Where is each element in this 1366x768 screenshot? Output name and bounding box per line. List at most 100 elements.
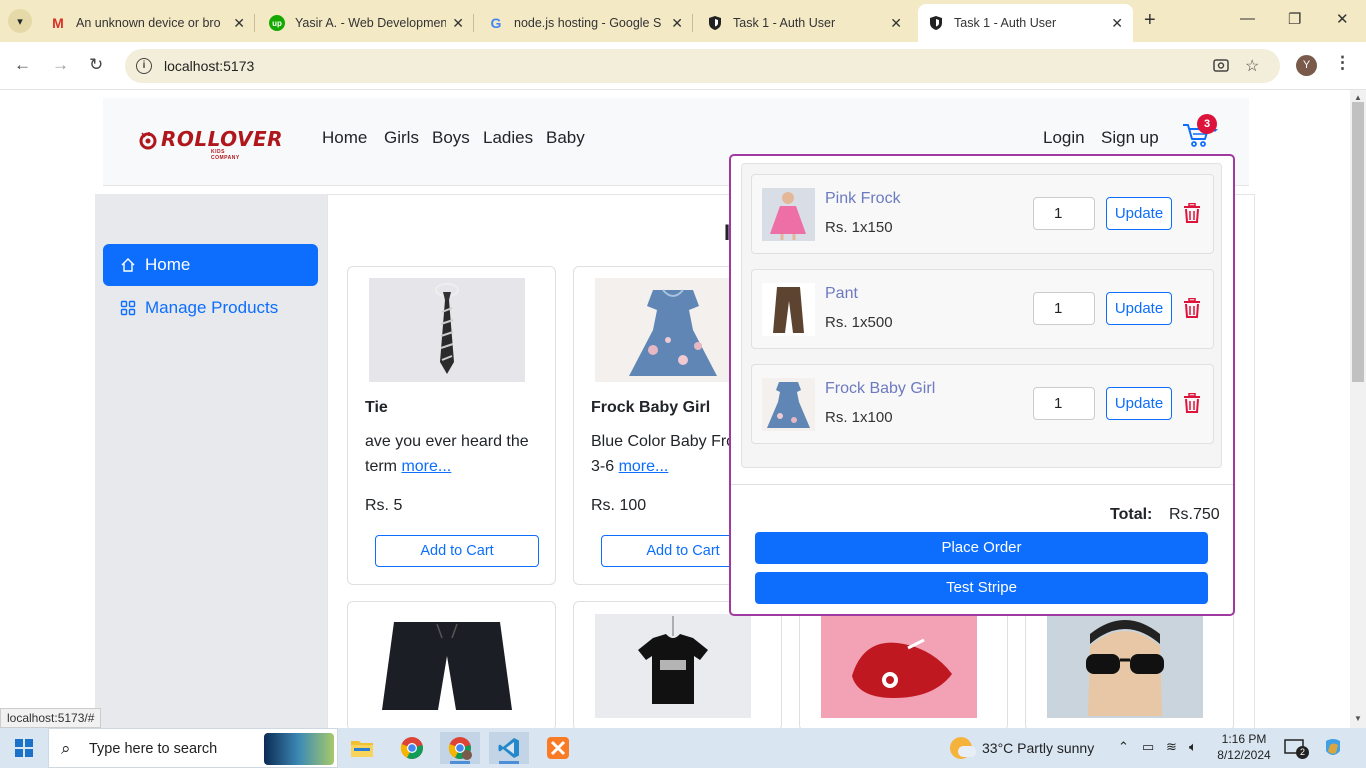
url-field[interactable]: i localhost:5173 ☆ <box>125 49 1280 83</box>
grid-icon <box>119 299 137 317</box>
battery-icon[interactable]: ▭ <box>1142 739 1154 755</box>
cart-item: Pink Frock Rs. 1x150 1 Update <box>751 174 1214 254</box>
more-link[interactable]: more... <box>401 458 451 475</box>
weather-widget[interactable]: 33°C Partly sunny <box>950 736 1100 760</box>
product-image-shorts[interactable] <box>369 614 525 718</box>
more-link[interactable]: more... <box>619 458 669 475</box>
product-image-tshirt[interactable] <box>595 614 751 718</box>
vscode-icon[interactable] <box>489 732 529 764</box>
browser-tab-bar: ▾ M An unknown device or bro ✕ up Yasir … <box>0 0 1366 42</box>
browser-menu-icon[interactable]: ⋮ <box>1334 53 1351 73</box>
scroll-down-arrow-icon[interactable]: ▼ <box>1354 714 1362 723</box>
system-clock[interactable]: 1:16 PM 8/12/2024 <box>1216 731 1272 763</box>
cart-item-name[interactable]: Pink Frock <box>825 190 901 208</box>
update-button[interactable]: Update <box>1106 197 1172 230</box>
chrome-icon[interactable] <box>392 732 432 764</box>
clock-date: 8/12/2024 <box>1217 748 1271 762</box>
browser-tab-upwork[interactable]: up Yasir A. - Web Developmen ✕ <box>259 4 474 42</box>
back-button[interactable]: ← <box>14 55 31 75</box>
place-order-button[interactable]: Place Order <box>755 532 1208 564</box>
tab-title: An unknown device or bro <box>76 16 221 30</box>
status-bar-url: localhost:5173/# <box>0 708 102 728</box>
test-stripe-button[interactable]: Test Stripe <box>755 572 1208 604</box>
reload-button[interactable]: ↻ <box>89 55 103 75</box>
login-link[interactable]: Login <box>1043 128 1085 148</box>
site-info-icon[interactable]: i <box>136 58 152 74</box>
chevron-up-icon[interactable]: ⌃ <box>1118 739 1129 755</box>
add-to-cart-button[interactable]: Add to Cart <box>375 535 539 567</box>
trash-icon[interactable] <box>1183 297 1201 318</box>
sidebar-item-manage-products[interactable]: Manage Products <box>103 287 318 329</box>
trash-icon[interactable] <box>1183 392 1201 413</box>
wifi-icon[interactable]: ≋ <box>1166 739 1177 755</box>
bookmark-star-icon[interactable]: ☆ <box>1245 56 1259 76</box>
gmail-icon: M <box>52 15 64 31</box>
page-scrollbar[interactable]: ▲ ▼ <box>1350 90 1366 728</box>
product-image-shoes[interactable] <box>821 614 977 718</box>
product-image-sunglasses[interactable] <box>1047 614 1203 718</box>
product-card <box>573 601 782 728</box>
product-card: Tie ave you ever heard the term more... … <box>347 266 556 585</box>
volume-icon[interactable]: 🔈︎ <box>1189 739 1197 755</box>
update-button[interactable]: Update <box>1106 292 1172 325</box>
trash-icon[interactable] <box>1183 202 1201 223</box>
product-description: ave you ever heard the term more... <box>365 429 545 479</box>
screenshot-icon[interactable] <box>1212 56 1230 79</box>
browser-tab-task1-active[interactable]: Task 1 - Auth User ✕ <box>918 4 1133 42</box>
close-tab-icon[interactable]: ✕ <box>890 15 902 32</box>
browser-tab-task1[interactable]: Task 1 - Auth User ✕ <box>697 4 912 42</box>
profile-avatar[interactable]: Y <box>1296 55 1317 76</box>
sidebar-item-label: Home <box>145 255 191 274</box>
xampp-icon[interactable] <box>538 732 578 764</box>
cart-item-name[interactable]: Pant <box>825 285 858 303</box>
tab-title: node.js hosting - Google S <box>514 16 662 30</box>
divider <box>731 484 1233 485</box>
restore-button[interactable]: ❐ <box>1288 10 1301 28</box>
sidebar-item-home[interactable]: Home <box>103 244 318 286</box>
forward-button[interactable]: → <box>52 55 69 75</box>
copilot-icon[interactable] <box>1322 737 1344 759</box>
quantity-input[interactable]: 1 <box>1033 197 1095 230</box>
google-icon: G <box>490 15 502 31</box>
close-tab-icon[interactable]: ✕ <box>1111 15 1123 32</box>
tab-search-button[interactable]: ▾ <box>8 9 32 33</box>
search-placeholder: Type here to search <box>89 741 218 757</box>
chrome-profile-icon[interactable] <box>440 732 480 764</box>
close-tab-icon[interactable]: ✕ <box>452 15 464 32</box>
notification-icon[interactable]: 2 <box>1284 738 1309 759</box>
taskbar-search-box[interactable]: ⌕ Type here to search <box>48 728 338 768</box>
browser-tab-gmail[interactable]: M An unknown device or bro ✕ <box>40 4 255 42</box>
signup-link[interactable]: Sign up <box>1101 128 1159 148</box>
update-button[interactable]: Update <box>1106 387 1172 420</box>
close-tab-icon[interactable]: ✕ <box>233 15 245 32</box>
cart-item-name[interactable]: Frock Baby Girl <box>825 380 935 398</box>
product-image-tie[interactable] <box>369 278 525 382</box>
browser-tab-google[interactable]: G node.js hosting - Google S ✕ <box>478 4 693 42</box>
clock-time: 1:16 PM <box>1221 732 1267 746</box>
nav-boys[interactable]: Boys <box>432 128 470 148</box>
nav-home[interactable]: Home <box>322 128 367 148</box>
nav-ladies[interactable]: Ladies <box>483 128 533 148</box>
weather-text: 33°C Partly sunny <box>982 740 1095 756</box>
search-highlight-image <box>264 733 334 765</box>
close-window-button[interactable]: ✕ <box>1336 10 1349 28</box>
close-tab-icon[interactable]: ✕ <box>671 15 683 32</box>
quantity-input[interactable]: 1 <box>1033 387 1095 420</box>
cart-item-image <box>762 378 815 431</box>
product-image-frock-baby-girl[interactable] <box>595 278 751 382</box>
quantity-input[interactable]: 1 <box>1033 292 1095 325</box>
product-price: Rs. 100 <box>591 497 647 514</box>
scroll-up-arrow-icon[interactable]: ▲ <box>1354 93 1362 102</box>
nav-girls[interactable]: Girls <box>384 128 419 148</box>
nav-baby[interactable]: Baby <box>546 128 585 148</box>
product-card <box>799 601 1008 728</box>
windows-start-icon[interactable] <box>15 739 33 757</box>
cart-count-badge: 3 <box>1197 114 1217 134</box>
minimize-button[interactable]: — <box>1240 10 1255 27</box>
file-explorer-icon[interactable] <box>342 732 382 764</box>
windows-taskbar: ⌕ Type here to search 33°C Partly sunny … <box>0 728 1366 768</box>
product-title: Tie <box>365 399 388 416</box>
scrollbar-thumb[interactable] <box>1352 102 1364 382</box>
product-price: Rs. 5 <box>365 497 403 514</box>
new-tab-button[interactable]: + <box>1144 9 1156 32</box>
